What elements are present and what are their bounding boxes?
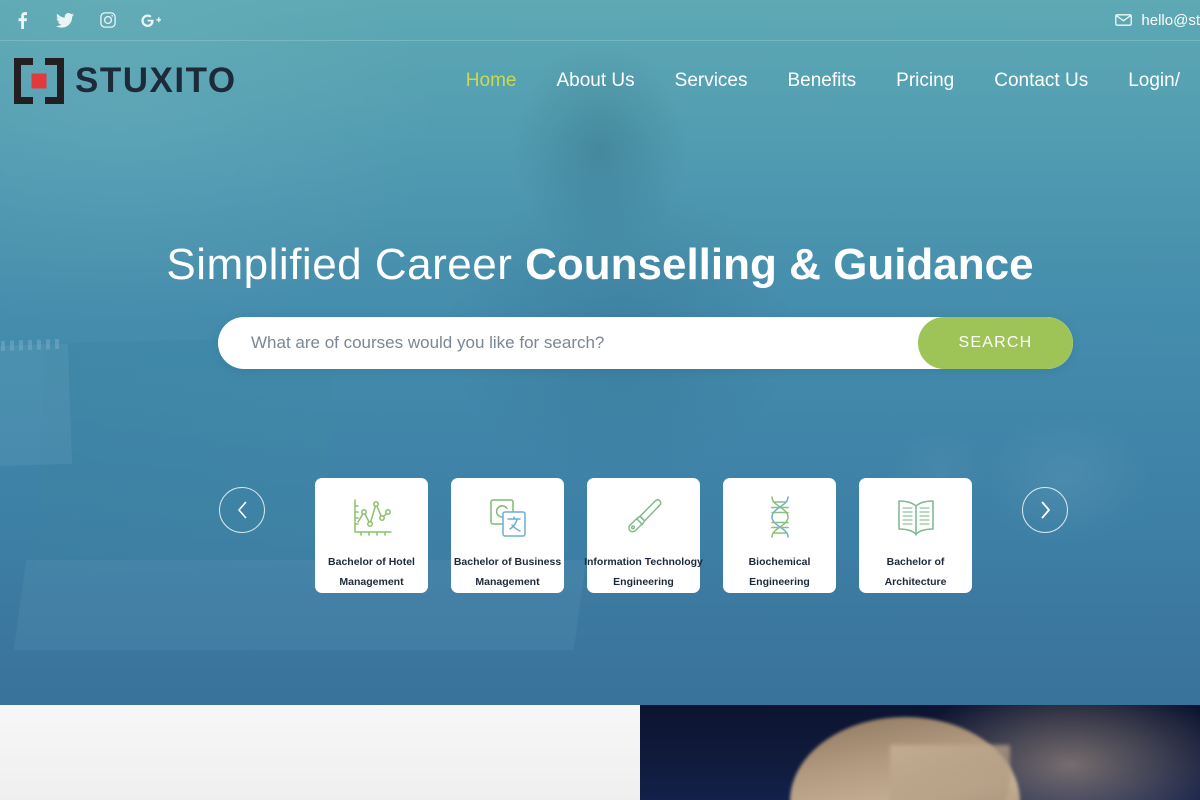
googleplus-icon[interactable]	[137, 6, 165, 34]
course-card[interactable]: Bachelor of Hotel Management	[315, 478, 428, 593]
course-carousel: Bachelor of Hotel Management Bachelor of…	[0, 478, 1200, 596]
main-navbar: STUXITO Home About Us Services Benefits …	[0, 41, 1200, 121]
course-card-label: Biochemical Engineering	[709, 552, 850, 593]
course-card-line1: Bachelor of Business	[453, 556, 562, 568]
course-card[interactable]: Bachelor of Business Management	[451, 478, 564, 593]
course-card-line1: Biochemical	[748, 556, 811, 568]
instagram-icon[interactable]	[94, 6, 122, 34]
paintbrush-icon	[615, 489, 673, 547]
hero-section: hello@st STUXITO Home About Us Services …	[0, 0, 1200, 705]
translate-icon	[479, 489, 537, 547]
brand-name: STUXITO	[75, 61, 237, 100]
course-card-line1: Bachelor of	[886, 556, 945, 568]
content-panel-placeholder	[0, 705, 640, 800]
course-card-label: Bachelor of Hotel Management	[301, 552, 442, 593]
search-button[interactable]: SEARCH	[918, 317, 1073, 369]
search-input[interactable]	[218, 317, 918, 369]
twitter-icon[interactable]	[51, 6, 79, 34]
nav-item-services[interactable]: Services	[655, 70, 768, 92]
course-card[interactable]: Biochemical Engineering	[723, 478, 836, 593]
open-book-icon	[887, 489, 945, 547]
hero-headline: Simplified Career Counselling & Guidance	[0, 243, 1200, 287]
course-card-label: Information Technology Engineering	[573, 552, 714, 593]
course-card-line2: Architecture	[884, 576, 947, 589]
top-utility-bar: hello@st	[0, 0, 1200, 41]
course-card[interactable]: Bachelor of Architecture	[859, 478, 972, 593]
line-chart-icon	[343, 489, 401, 547]
course-card-line2: Management	[339, 576, 404, 589]
logo-bracket-icon	[14, 58, 64, 104]
course-card-line1: Bachelor of Hotel	[328, 556, 415, 568]
primary-nav: Home About Us Services Benefits Pricing …	[446, 70, 1200, 92]
course-card-line1: Information Technology	[584, 556, 703, 568]
social-links	[0, 6, 165, 34]
course-card-line2: Engineering	[613, 576, 674, 589]
mail-icon	[1115, 14, 1133, 26]
contact-email-text: hello@st	[1141, 11, 1200, 29]
nav-item-about-us[interactable]: About Us	[536, 70, 654, 92]
course-card-label: Bachelor of Business Management	[437, 552, 578, 593]
nav-item-contact-us[interactable]: Contact Us	[974, 70, 1108, 92]
nav-item-pricing[interactable]: Pricing	[876, 70, 974, 92]
portrait-photo	[640, 705, 1200, 800]
hero-headline-bold: Counselling & Guidance	[525, 240, 1034, 289]
chevron-right-icon[interactable]	[1022, 487, 1068, 533]
nav-item-benefits[interactable]: Benefits	[768, 70, 877, 92]
facebook-icon[interactable]	[8, 6, 36, 34]
course-card-line2: Management	[475, 576, 540, 589]
course-card-label: Bachelor of Architecture	[845, 552, 986, 593]
course-card-list: Bachelor of Hotel Management Bachelor of…	[315, 478, 972, 593]
course-card-line2: Engineering	[749, 576, 810, 589]
portrait-hair-strand	[890, 745, 1010, 800]
contact-email[interactable]: hello@st	[1115, 12, 1200, 29]
nav-item-login[interactable]: Login/	[1108, 70, 1200, 92]
dna-icon	[751, 489, 809, 547]
brand-logo[interactable]: STUXITO	[0, 58, 237, 104]
below-hero-section	[0, 705, 1200, 800]
nav-item-home[interactable]: Home	[446, 70, 537, 92]
course-card[interactable]: Information Technology Engineering	[584, 478, 703, 593]
course-search-bar: SEARCH	[218, 317, 1073, 369]
hero-headline-light: Simplified Career	[166, 240, 526, 289]
chevron-left-icon[interactable]	[219, 487, 265, 533]
